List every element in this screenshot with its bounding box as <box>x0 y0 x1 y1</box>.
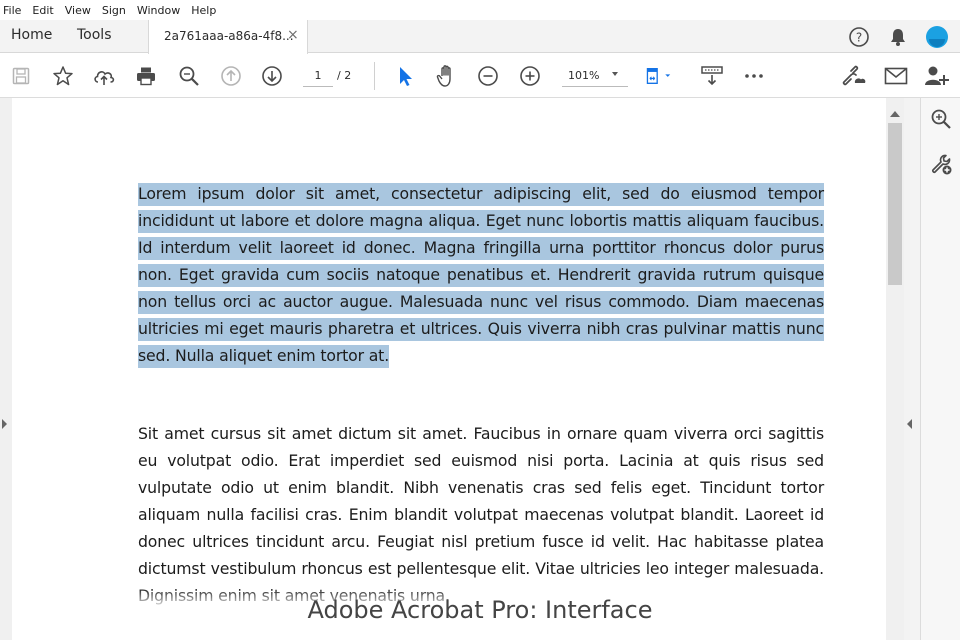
share-link-icon[interactable] <box>841 63 867 89</box>
selected-text[interactable]: Lorem ipsum dolor sit amet, consectetur … <box>138 183 824 368</box>
scrollbar-thumb[interactable] <box>888 123 902 285</box>
right-tools-panel <box>920 98 960 640</box>
paragraph[interactable]: Sit amet cursus sit amet dictum sit amet… <box>138 420 824 609</box>
zoom-level-select[interactable]: 101% <box>562 65 628 87</box>
help-icon[interactable]: ? <box>847 25 871 49</box>
tab-tools[interactable]: Tools <box>77 27 112 43</box>
chevron-down-icon[interactable] <box>612 72 618 76</box>
menu-file[interactable]: File <box>3 4 29 17</box>
select-pointer-icon[interactable] <box>392 63 418 89</box>
menu-view[interactable]: View <box>65 4 99 17</box>
add-user-icon[interactable] <box>924 63 950 89</box>
zoom-in-icon[interactable] <box>517 63 543 89</box>
upload-cloud-icon[interactable] <box>91 63 117 89</box>
zoom-search-icon[interactable] <box>176 63 202 89</box>
main-toolbar: 1 / 2 101% <box>0 54 960 98</box>
zoom-panel-icon[interactable] <box>928 106 954 132</box>
page-fit-icon[interactable] <box>645 63 671 89</box>
email-icon[interactable] <box>883 63 909 89</box>
page-total: / 2 <box>337 69 352 82</box>
more-options-icon[interactable] <box>741 63 767 89</box>
tab-home[interactable]: Home <box>11 27 52 43</box>
zoom-out-icon[interactable] <box>475 63 501 89</box>
paragraph-selected[interactable]: Lorem ipsum dolor sit amet, consectetur … <box>138 180 824 369</box>
close-tab-icon[interactable]: × <box>287 27 299 43</box>
scroll-mode-icon[interactable] <box>699 63 725 89</box>
tab-bar: Home Tools 2a761aaa-a86a-4f8... × ? <box>0 20 960 54</box>
previous-page-icon[interactable] <box>218 63 244 89</box>
next-page-icon[interactable] <box>259 63 285 89</box>
page-number-input[interactable]: 1 <box>303 65 333 87</box>
print-icon[interactable] <box>133 63 159 89</box>
document-tab-title: 2a761aaa-a86a-4f8... <box>164 29 294 43</box>
tab-document[interactable]: 2a761aaa-a86a-4f8... × <box>148 20 308 54</box>
left-panel-toggle[interactable] <box>0 98 12 640</box>
collapse-right-panel-icon[interactable] <box>907 419 912 429</box>
notifications-bell-icon[interactable] <box>886 25 910 49</box>
caption-title: Adobe Acrobat Pro: Interface <box>307 596 653 624</box>
menu-window[interactable]: Window <box>137 4 188 17</box>
bookmark-star-icon[interactable] <box>50 63 76 89</box>
menu-bar: File Edit View Sign Window Help <box>0 0 960 20</box>
menu-sign[interactable]: Sign <box>102 4 134 17</box>
account-avatar-icon[interactable] <box>925 25 949 49</box>
menu-edit[interactable]: Edit <box>32 4 61 17</box>
expand-left-panel-icon[interactable] <box>2 419 7 429</box>
hand-pan-icon[interactable] <box>434 63 460 89</box>
scroll-up-arrow-icon[interactable] <box>890 111 900 117</box>
save-icon[interactable] <box>8 63 34 89</box>
tools-wrench-icon[interactable] <box>928 151 954 177</box>
menu-help[interactable]: Help <box>191 4 224 17</box>
svg-text:?: ? <box>856 31 862 45</box>
right-panel-toggle[interactable] <box>904 98 920 640</box>
toolbar-divider <box>374 62 375 90</box>
